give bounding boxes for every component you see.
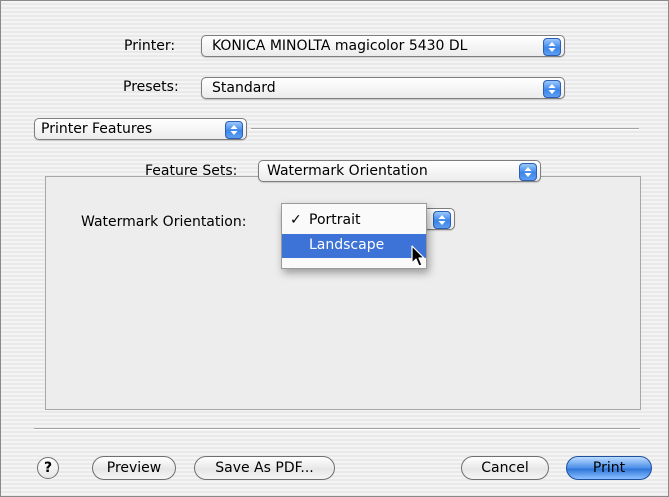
presets-value: Standard: [212, 80, 276, 96]
presets-label: Presets:: [123, 79, 179, 95]
updown-arrows-icon: [543, 80, 561, 98]
feature-sets-label: Feature Sets:: [145, 163, 238, 179]
menu-item-label: Portrait: [309, 212, 361, 228]
mouse-pointer-icon: [411, 245, 425, 267]
help-button[interactable]: ?: [37, 457, 59, 479]
presets-popup[interactable]: Standard: [201, 77, 565, 99]
printer-value: KONICA MINOLTA magicolor 5430 DL: [212, 38, 468, 54]
watermark-orientation-label: Watermark Orientation:: [81, 214, 247, 230]
print-dialog: Printer: KONICA MINOLTA magicolor 5430 D…: [0, 0, 669, 497]
updown-arrows-icon: [519, 163, 537, 181]
printer-popup[interactable]: KONICA MINOLTA magicolor 5430 DL: [201, 35, 565, 57]
updown-arrows-icon: [225, 121, 243, 139]
preview-button[interactable]: Preview: [92, 456, 176, 480]
print-button[interactable]: Print: [566, 456, 652, 480]
menu-item-portrait[interactable]: ✓ Portrait: [282, 209, 426, 233]
feature-sets-value: Watermark Orientation: [267, 163, 428, 179]
watermark-orientation-menu: ✓ Portrait Landscape: [281, 203, 427, 269]
feature-sets-popup[interactable]: Watermark Orientation: [258, 160, 541, 182]
updown-arrows-icon: [433, 211, 451, 229]
menu-item-landscape[interactable]: Landscape: [282, 234, 426, 258]
printer-label: Printer:: [124, 38, 176, 54]
save-as-pdf-button[interactable]: Save As PDF...: [194, 456, 335, 480]
panel-selector-popup[interactable]: Printer Features: [34, 118, 247, 140]
menu-item-label: Landscape: [309, 237, 385, 253]
separator: [251, 128, 639, 130]
checkmark-icon: ✓: [290, 212, 302, 228]
panel-selector-value: Printer Features: [41, 121, 153, 137]
updown-arrows-icon: [543, 38, 561, 56]
cancel-button[interactable]: Cancel: [461, 456, 549, 480]
separator: [34, 428, 640, 430]
